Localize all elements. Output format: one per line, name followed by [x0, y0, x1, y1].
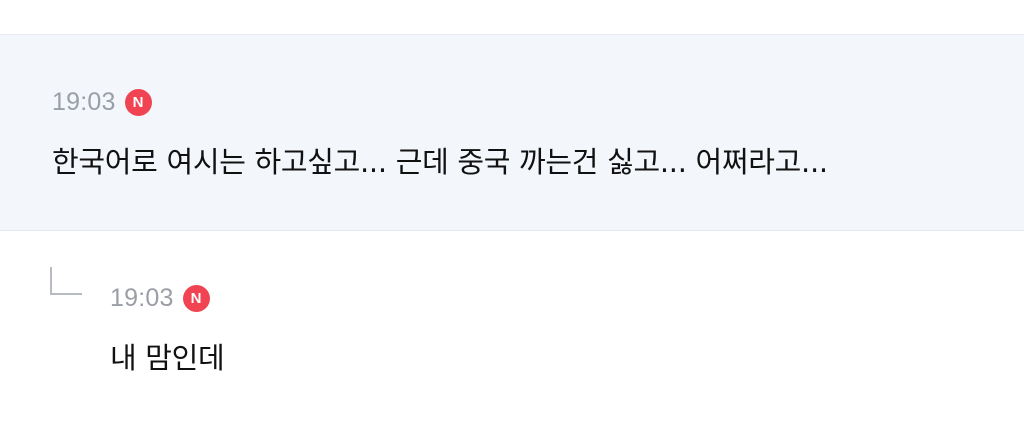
comment-time: 19:03 — [52, 87, 116, 116]
top-spacer — [0, 0, 1024, 34]
reply-meta: 19:03 N — [110, 231, 1024, 313]
comment-meta: 19:03 N — [52, 35, 1024, 117]
reply-text: 내 맘인데 — [110, 341, 225, 375]
reply-arrow-icon — [50, 267, 82, 295]
new-badge-icon: N — [124, 88, 152, 116]
comment-text: 한국어로 여시는 하고싶고... 근데 중국 까는건 싫고... 어쩌라고... — [52, 145, 828, 179]
new-badge-icon: N — [182, 284, 210, 312]
comment-item[interactable]: 19:03 N 한국어로 여시는 하고싶고... 근데 중국 까는건 싫고...… — [0, 34, 1024, 231]
reply-item[interactable]: 19:03 N 내 맘인데 — [0, 231, 1024, 422]
reply-time: 19:03 — [110, 283, 174, 312]
